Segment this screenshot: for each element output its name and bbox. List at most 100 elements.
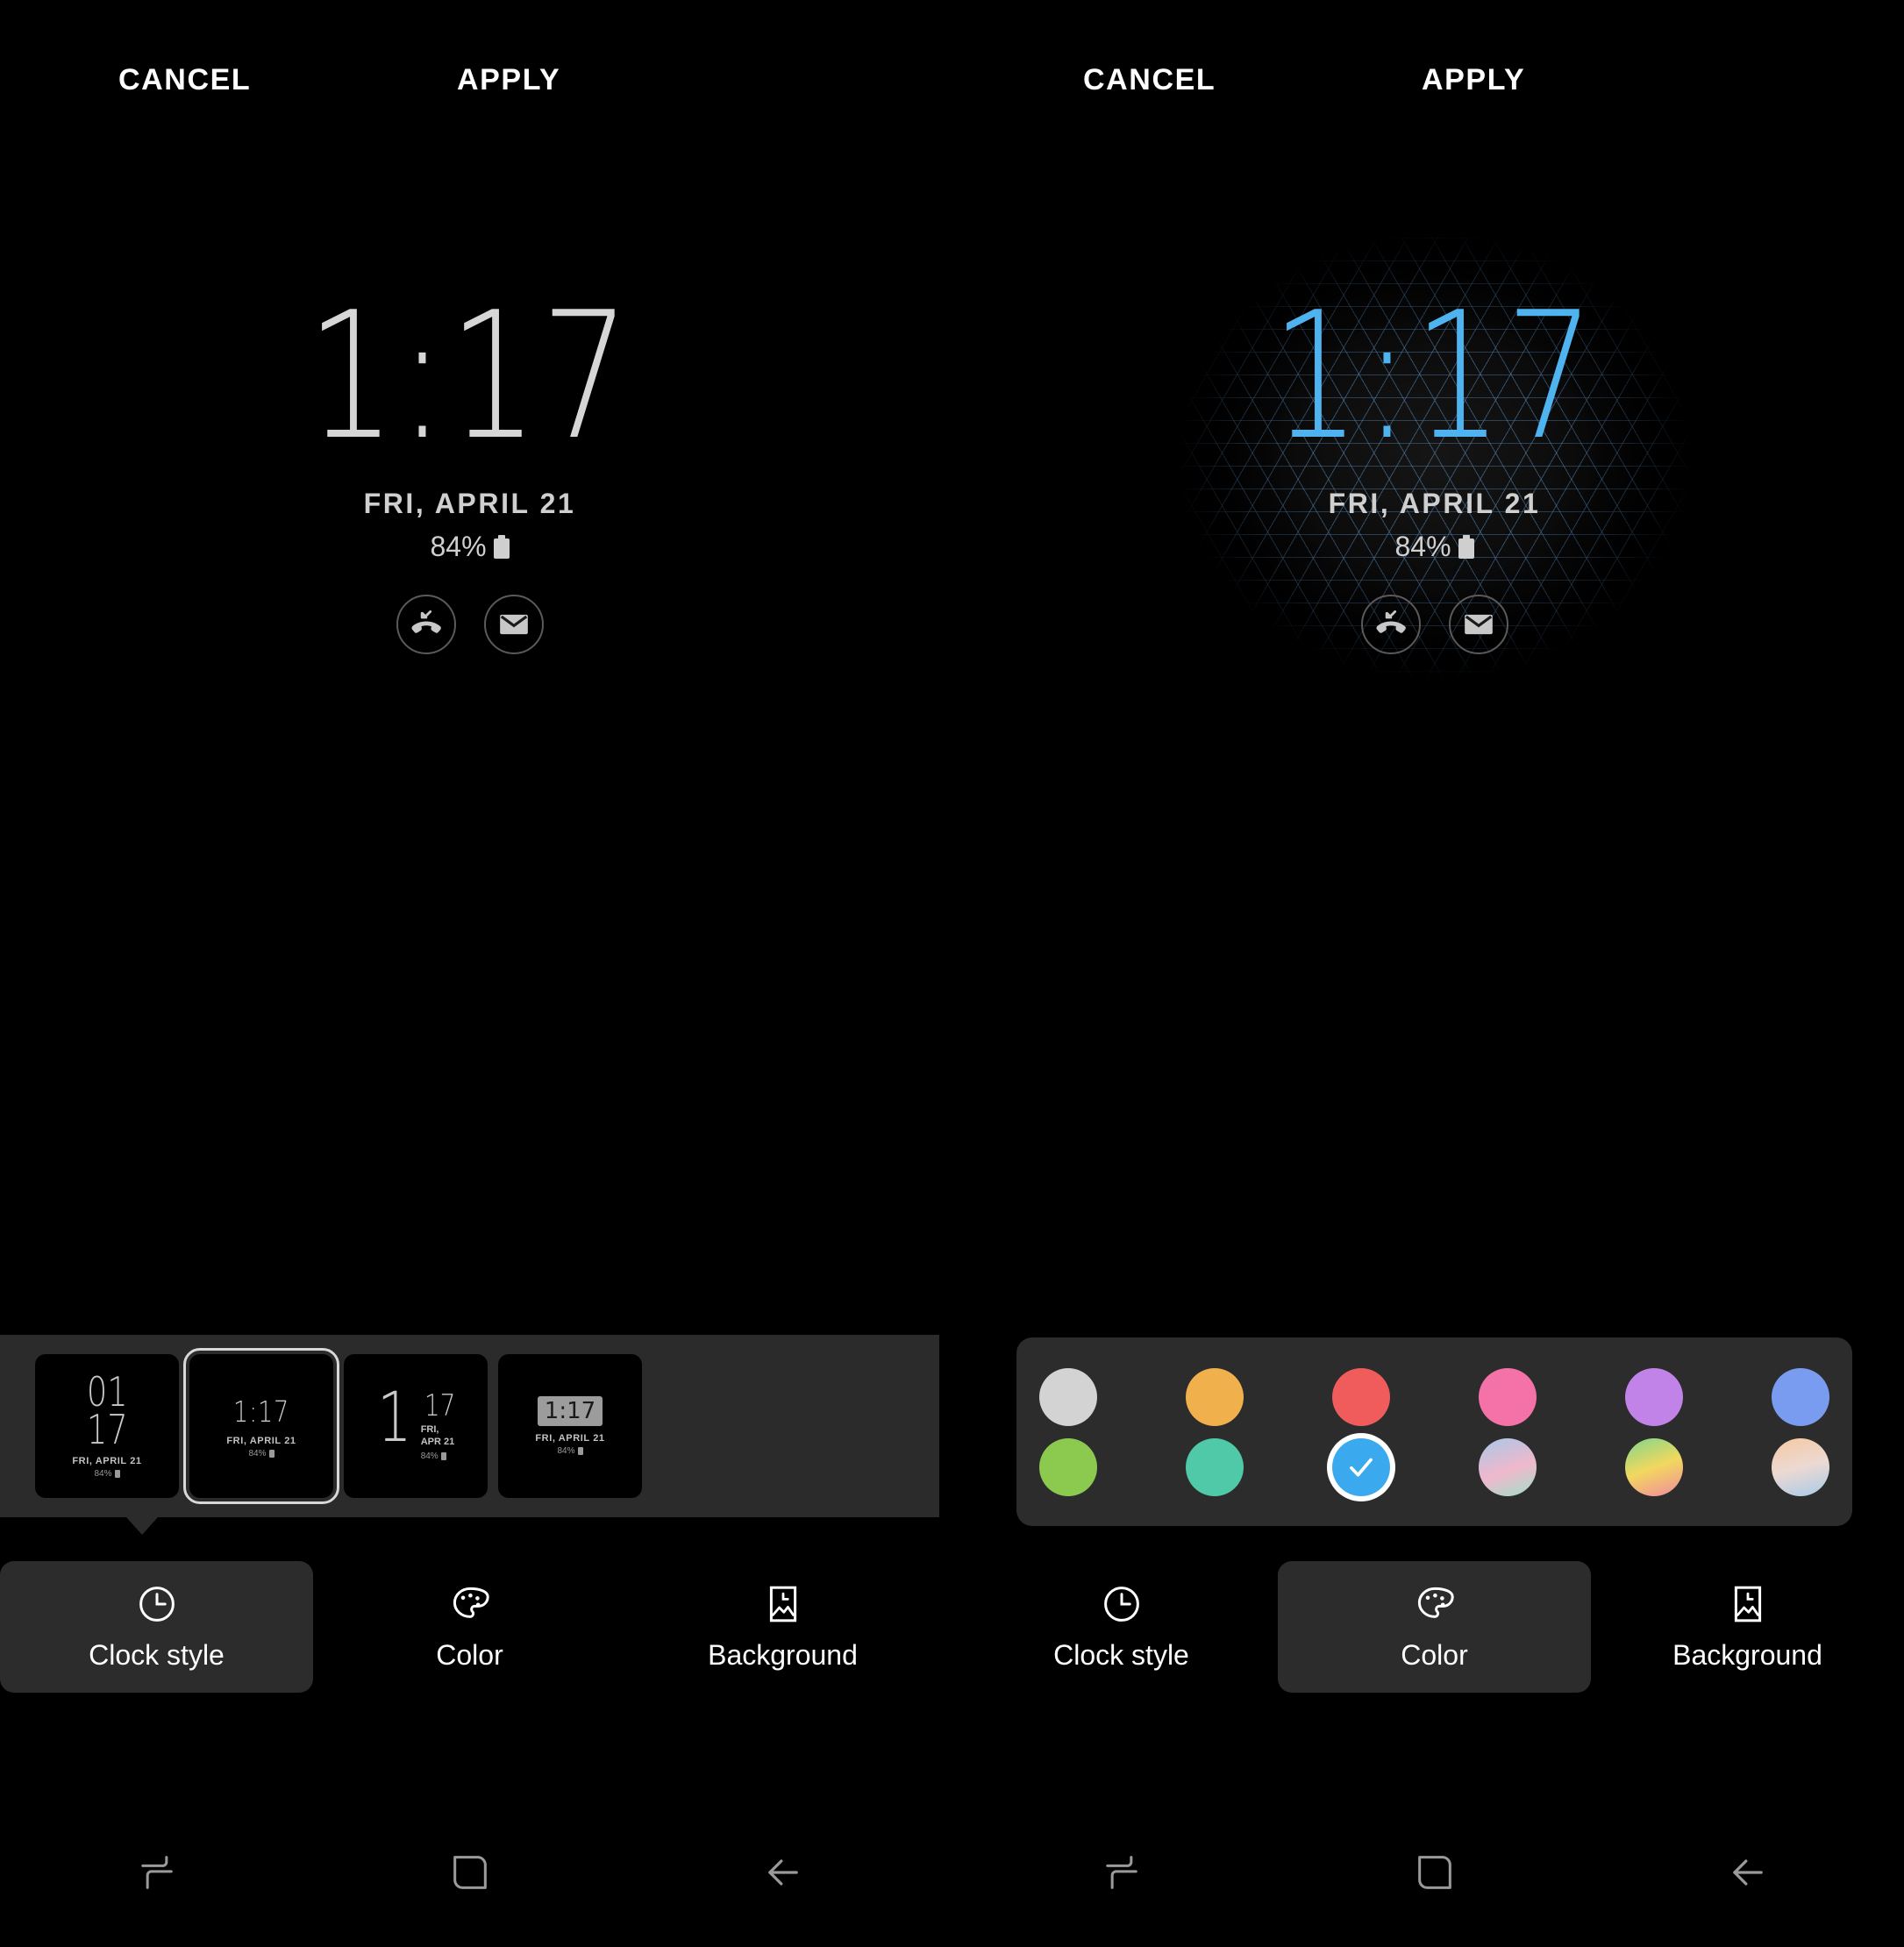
battery-icon [440, 1451, 446, 1460]
tab-background[interactable]: Background [626, 1561, 939, 1693]
lockscreen-preview-left[interactable]: 1:17 FRI, APRIL 21 84% [0, 0, 939, 1333]
thumb-battery-percent: 84% [248, 1448, 267, 1458]
palette-icon [1417, 1587, 1454, 1618]
tab-color[interactable]: Color [1278, 1561, 1591, 1693]
color-swatch-teal[interactable] [1186, 1437, 1244, 1496]
color-swatch-white[interactable] [1039, 1367, 1097, 1426]
thumb-date: FRI, APRIL 21 [72, 1456, 142, 1467]
color-swatch-skyblue-selected[interactable] [1332, 1437, 1390, 1496]
nav-home-button[interactable] [1278, 1850, 1591, 1895]
nav-back-button[interactable] [626, 1850, 939, 1895]
clock-style-thumb-inline[interactable]: 1:17 FRI, APRIL 21 84% [183, 1348, 339, 1504]
tab-bar-right: Clock style Color Background [965, 1539, 1904, 1715]
tab-bar-left: Clock style Color Background [0, 1539, 939, 1715]
email-icon [499, 614, 528, 635]
clock-style-thumb-stacked[interactable]: 01 17 FRI, APRIL 21 84% [35, 1354, 179, 1498]
panel-divider [939, 0, 965, 1947]
recents-icon [140, 1856, 173, 1889]
thumb-battery: 84% [557, 1446, 583, 1456]
color-swatch-gradient-peachblue[interactable] [1772, 1437, 1829, 1496]
tab-label: Clock style [1053, 1638, 1189, 1671]
right-phone-screen: CANCEL APPLY 1:17 FRI, APRIL 21 84% Cloc… [965, 0, 1904, 1947]
navigation-bar-left [0, 1798, 939, 1947]
recents-icon [1105, 1856, 1137, 1889]
nav-recents-button[interactable] [965, 1850, 1278, 1895]
missed-call-icon [411, 610, 441, 633]
nav-recents-button[interactable] [0, 1850, 313, 1895]
thumb-battery: 84% [248, 1448, 275, 1458]
color-swatch-amber[interactable] [1186, 1367, 1244, 1426]
color-swatch-purple[interactable] [1625, 1367, 1683, 1426]
thumb-time-chip: 1:17 [537, 1396, 603, 1426]
clock-date: FRI, APRIL 21 [363, 488, 576, 519]
color-swatch-pink[interactable] [1479, 1367, 1537, 1426]
tab-clock-style[interactable]: Clock style [965, 1561, 1278, 1693]
color-swatch-blue[interactable] [1772, 1367, 1829, 1426]
clock-date: FRI, APRIL 21 [1328, 488, 1541, 519]
clock-style-thumb-bigone[interactable]: 1 17 FRI, APR 21 84% [344, 1354, 488, 1498]
thumb-date-line1: FRI, [420, 1424, 439, 1436]
lockscreen-shortcuts [1360, 595, 1508, 654]
image-clock-icon [769, 1586, 796, 1622]
tab-label: Color [436, 1638, 503, 1671]
lockscreen-preview-right[interactable]: 1:17 FRI, APRIL 21 84% [965, 0, 1904, 1333]
navigation-bar-right [965, 1798, 1904, 1947]
battery-status: 84% [1394, 531, 1474, 563]
thumb-date: FRI, APRIL 21 [535, 1433, 605, 1444]
tab-caret [126, 1517, 158, 1535]
thumb-battery-percent: 84% [420, 1451, 439, 1461]
clock-style-thumb-chip[interactable]: 1:17 FRI, APRIL 21 84% [498, 1354, 642, 1498]
tab-label: Color [1401, 1638, 1468, 1671]
clock-time: 1:17 [306, 275, 633, 479]
battery-icon [577, 1447, 583, 1455]
tab-background[interactable]: Background [1591, 1561, 1904, 1693]
missed-call-icon [1376, 610, 1406, 633]
tab-label: Clock style [89, 1638, 225, 1671]
check-icon [1332, 1438, 1390, 1496]
tab-clock-style[interactable]: Clock style [0, 1561, 313, 1693]
color-palette-panel[interactable] [1016, 1337, 1852, 1526]
thumb-battery-percent: 84% [94, 1469, 112, 1480]
nav-back-button[interactable] [1591, 1850, 1904, 1895]
thumb-time-big: 1 [377, 1379, 412, 1458]
battery-percent: 84% [1394, 531, 1451, 562]
color-row-2 [1039, 1437, 1829, 1496]
color-swatch-gradient-bluepink[interactable] [1479, 1437, 1537, 1496]
color-row-1 [1039, 1367, 1829, 1426]
clock-time: 1:17 [1271, 275, 1598, 479]
clock-style-strip[interactable]: 01 17 FRI, APRIL 21 84% 1:17 FRI, APRIL … [0, 1335, 939, 1517]
color-swatch-red[interactable] [1332, 1367, 1390, 1426]
thumb-time: 1:17 [232, 1394, 290, 1429]
battery-full-icon [493, 535, 510, 559]
palette-icon [453, 1587, 489, 1618]
clock-icon [139, 1586, 175, 1622]
back-arrow-icon [1732, 1859, 1763, 1886]
email-icon [1464, 614, 1493, 635]
color-swatch-gradient-greenpink[interactable] [1625, 1437, 1683, 1496]
thumb-time-small: 17 [424, 1388, 456, 1424]
battery-icon [114, 1470, 120, 1479]
color-swatch-green[interactable] [1039, 1437, 1097, 1496]
email-shortcut[interactable] [1448, 595, 1508, 654]
dual-screenshot: CANCEL APPLY 1:17 FRI, APRIL 21 84% 01 1… [0, 0, 1904, 1947]
thumb-date: FRI, APRIL 21 [226, 1435, 296, 1446]
email-shortcut[interactable] [483, 595, 544, 654]
clock-widget: 1:17 FRI, APRIL 21 84% [0, 289, 939, 654]
tab-label: Background [1672, 1638, 1822, 1671]
back-arrow-icon [767, 1859, 798, 1886]
tab-label: Background [708, 1638, 858, 1671]
thumb-time-line2: 17 [86, 1406, 128, 1453]
thumb-battery: 84% [94, 1469, 120, 1480]
battery-icon [268, 1449, 275, 1458]
thumb-battery: 84% [421, 1451, 446, 1461]
image-clock-icon [1734, 1586, 1761, 1622]
thumb-battery-percent: 84% [557, 1446, 575, 1456]
left-phone-screen: CANCEL APPLY 1:17 FRI, APRIL 21 84% 01 1… [0, 0, 939, 1947]
tab-color[interactable]: Color [313, 1561, 626, 1693]
missed-call-shortcut[interactable] [1360, 595, 1421, 654]
missed-call-shortcut[interactable] [396, 595, 456, 654]
thumb-date-line2: APR 21 [420, 1436, 455, 1447]
home-icon [1417, 1856, 1451, 1889]
battery-status: 84% [430, 531, 510, 563]
nav-home-button[interactable] [313, 1850, 626, 1895]
